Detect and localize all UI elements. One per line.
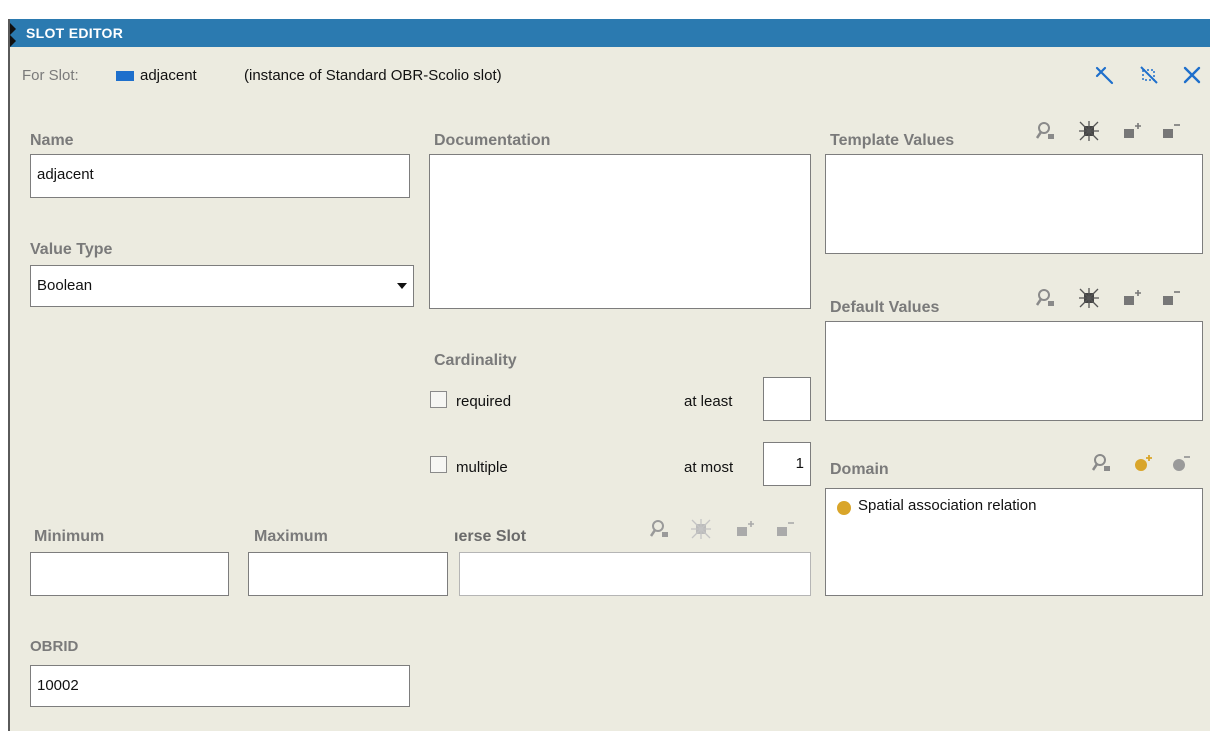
documentation-textarea[interactable] — [429, 154, 811, 309]
documentation-label: Documentation — [434, 132, 551, 149]
obrid-label: OBRID — [30, 638, 79, 655]
minimum-label: Minimum — [34, 528, 105, 545]
create-icon[interactable] — [1121, 287, 1143, 309]
domain-label: Domain — [830, 461, 889, 478]
obrid-field[interactable]: 10002 — [30, 665, 410, 707]
remove-icon[interactable] — [1160, 287, 1182, 309]
inverse-slot-label: ıerse Slot — [454, 528, 527, 545]
slot-name: adjacent — [140, 67, 197, 84]
default-values-list[interactable] — [825, 321, 1203, 421]
instance-info: (instance of Standard OBR-Scolio slot) — [244, 67, 502, 84]
create-icon[interactable] — [1121, 120, 1143, 142]
view-icon[interactable] — [1035, 120, 1057, 142]
view-icon — [649, 518, 671, 540]
minimum-field[interactable] — [30, 552, 229, 596]
value-type-label: Value Type — [30, 241, 113, 258]
multiple-checkbox[interactable] — [430, 456, 447, 473]
maximum-label: Maximum — [254, 528, 328, 545]
template-values-label: Template Values — [830, 132, 955, 149]
name-field[interactable]: adjacent — [30, 154, 410, 198]
panel-title: SLOT EDITOR — [26, 25, 124, 41]
maximum-field[interactable] — [248, 552, 448, 596]
multiple-label: multiple — [456, 459, 508, 476]
name-label: Name — [30, 132, 74, 149]
create-icon — [734, 518, 756, 540]
inverse-slot-field[interactable] — [459, 552, 811, 596]
domain-list[interactable]: Spatial association relation — [825, 488, 1203, 596]
delete-icon[interactable] — [1078, 287, 1100, 309]
hide-icon[interactable] — [1138, 64, 1160, 86]
view-icon[interactable] — [1035, 287, 1057, 309]
title-bar: SLOT EDITOR — [10, 19, 1210, 47]
view-icon[interactable] — [1091, 452, 1113, 474]
add-class-icon[interactable] — [1132, 452, 1154, 474]
template-values-list[interactable] — [825, 154, 1203, 254]
domain-item[interactable]: Spatial association relation — [858, 497, 1036, 514]
close-icon[interactable] — [1181, 64, 1203, 86]
at-most-label: at most — [684, 459, 734, 476]
cardinality-label: Cardinality — [434, 352, 517, 369]
at-least-field[interactable] — [763, 377, 811, 421]
resize-marker-bottom[interactable] — [10, 35, 16, 47]
chevron-down-icon[interactable] — [391, 266, 413, 306]
slot-icon — [116, 71, 134, 81]
delete-icon[interactable] — [1078, 120, 1100, 142]
value-type-dropdown[interactable]: Boolean — [30, 265, 414, 307]
required-label: required — [456, 393, 512, 410]
resize-marker-top[interactable] — [10, 23, 16, 35]
collapse-icon[interactable] — [1094, 64, 1116, 86]
default-values-label: Default Values — [830, 299, 940, 316]
slot-editor-panel: SLOT EDITOR For Slot: adjacent (instance… — [8, 19, 1210, 731]
remove-class-icon[interactable] — [1170, 452, 1192, 474]
remove-icon — [774, 518, 796, 540]
at-most-field[interactable]: 1 — [763, 442, 811, 486]
delete-icon — [690, 518, 712, 540]
at-least-label: at least — [684, 393, 733, 410]
required-checkbox[interactable] — [430, 391, 447, 408]
remove-icon[interactable] — [1160, 120, 1182, 142]
value-type-selected: Boolean — [37, 277, 93, 294]
for-slot-label: For Slot: — [22, 67, 79, 84]
class-icon — [837, 501, 851, 515]
